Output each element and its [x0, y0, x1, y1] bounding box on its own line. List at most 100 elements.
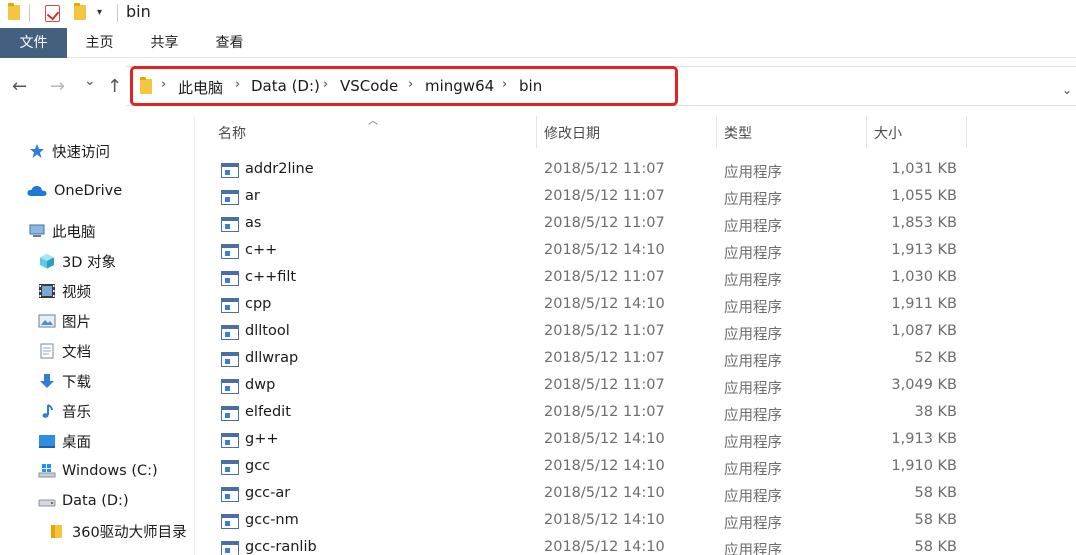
file-date: 2018/5/12 11:07: [544, 188, 665, 204]
file-row[interactable]: as 2018/5/12 11:07 应用程序 1,853 KB: [196, 211, 1076, 238]
tab-home[interactable]: 主页: [72, 28, 127, 58]
file-row[interactable]: c++ 2018/5/12 14:10 应用程序 1,913 KB: [196, 238, 1076, 265]
application-icon: [221, 325, 239, 340]
file-name: c++: [245, 242, 278, 258]
column-divider[interactable]: [536, 116, 537, 148]
file-date: 2018/5/12 11:07: [544, 161, 665, 177]
file-row[interactable]: gcc-ar 2018/5/12 14:10 应用程序 58 KB: [196, 481, 1076, 508]
breadcrumb-this-pc[interactable]: 此电脑: [178, 77, 223, 98]
new-folder-icon[interactable]: [74, 3, 86, 20]
toolbar-divider: [29, 4, 30, 22]
tab-share[interactable]: 共享: [137, 28, 192, 58]
properties-check-icon[interactable]: [45, 5, 60, 22]
file-size: 1,030 KB: [891, 269, 957, 285]
file-row[interactable]: addr2line 2018/5/12 11:07 应用程序 1,031 KB: [196, 157, 1076, 184]
file-date: 2018/5/12 11:07: [544, 404, 665, 420]
file-row[interactable]: c++filt 2018/5/12 11:07 应用程序 1,030 KB: [196, 265, 1076, 292]
column-header-name[interactable]: 名称: [218, 123, 246, 143]
sidebar-item-videos[interactable]: 视频: [38, 278, 91, 304]
file-name: c++filt: [245, 269, 297, 285]
tab-view[interactable]: 查看: [202, 28, 257, 58]
sidebar-item-quick-access[interactable]: 快速访问: [28, 138, 110, 164]
file-size: 1,913 KB: [891, 431, 957, 447]
sidebar-item-3d-objects[interactable]: 3D 对象: [38, 248, 116, 274]
address-breadcrumb-highlight[interactable]: › 此电脑 › Data (D:) › VSCode › mingw64 › b…: [130, 66, 678, 106]
sidebar-item-music[interactable]: 音乐: [38, 398, 91, 424]
breadcrumb-separator[interactable]: ›: [502, 77, 507, 92]
file-name: ar: [245, 188, 260, 204]
file-row[interactable]: dwp 2018/5/12 11:07 应用程序 3,049 KB: [196, 373, 1076, 400]
file-name: cpp: [245, 296, 272, 312]
sidebar-item-onedrive[interactable]: OneDrive: [26, 178, 122, 204]
file-type: 应用程序: [724, 165, 782, 181]
recent-locations-chevron-icon[interactable]: ⌄: [84, 73, 96, 89]
file-name: gcc-nm: [245, 512, 299, 528]
application-icon: [221, 298, 239, 313]
window-title: bin: [126, 2, 151, 21]
file-row[interactable]: dlltool 2018/5/12 11:07 应用程序 1,087 KB: [196, 319, 1076, 346]
drive-icon: [38, 493, 56, 509]
cloud-icon: [26, 183, 48, 199]
breadcrumb-separator[interactable]: ›: [323, 77, 328, 92]
file-size: 1,031 KB: [891, 161, 957, 177]
file-name: g++: [245, 431, 279, 447]
toolbar-divider: [117, 4, 118, 22]
breadcrumb-separator[interactable]: ›: [161, 77, 166, 92]
title-bar: ▾ bin: [0, 0, 1076, 28]
sidebar-item-label: 音乐: [62, 404, 91, 421]
file-row[interactable]: gcc-ranlib 2018/5/12 14:10 应用程序 58 KB: [196, 535, 1076, 555]
file-size: 52 KB: [914, 350, 957, 366]
file-size: 1,911 KB: [891, 296, 957, 312]
forward-arrow-icon[interactable]: →: [50, 76, 65, 97]
breadcrumb-separator[interactable]: ›: [408, 77, 413, 92]
file-size: 38 KB: [914, 404, 957, 420]
breadcrumb-separator[interactable]: ›: [235, 77, 240, 92]
file-date: 2018/5/12 14:10: [544, 296, 665, 312]
folder-icon[interactable]: [8, 3, 20, 20]
sidebar-item-this-pc[interactable]: 此电脑: [28, 218, 96, 244]
application-icon: [221, 541, 239, 555]
breadcrumb-data-drive[interactable]: Data (D:): [251, 77, 320, 95]
up-arrow-icon[interactable]: ↑: [107, 76, 122, 97]
file-row[interactable]: ar 2018/5/12 11:07 应用程序 1,055 KB: [196, 184, 1076, 211]
sidebar-item-downloads[interactable]: 下载: [38, 368, 91, 394]
file-row[interactable]: dllwrap 2018/5/12 11:07 应用程序 52 KB: [196, 346, 1076, 373]
customize-toolbar-dropdown-icon[interactable]: ▾: [97, 7, 102, 18]
file-row[interactable]: elfedit 2018/5/12 11:07 应用程序 38 KB: [196, 400, 1076, 427]
sidebar-item-windows-c[interactable]: Windows (C:): [38, 458, 158, 484]
sidebar-item-documents[interactable]: 文档: [38, 338, 91, 364]
back-arrow-icon[interactable]: ←: [12, 76, 27, 97]
column-header-size[interactable]: 大小: [874, 123, 902, 143]
breadcrumb-vscode[interactable]: VSCode: [340, 77, 398, 95]
sidebar-item-data-d[interactable]: Data (D:): [38, 488, 129, 514]
tab-file[interactable]: 文件: [0, 28, 67, 58]
picture-icon: [38, 313, 56, 329]
breadcrumb-bin[interactable]: bin: [519, 77, 542, 95]
file-row[interactable]: g++ 2018/5/12 14:10 应用程序 1,913 KB: [196, 427, 1076, 454]
column-divider[interactable]: [866, 116, 867, 148]
file-name: gcc: [245, 458, 271, 474]
column-header-type[interactable]: 类型: [724, 123, 752, 143]
sidebar-item-desktop[interactable]: 桌面: [38, 428, 91, 454]
file-size: 1,913 KB: [891, 242, 957, 258]
column-divider[interactable]: [716, 116, 717, 148]
sidebar-item-pictures[interactable]: 图片: [38, 308, 91, 334]
file-size: 1,910 KB: [891, 458, 957, 474]
breadcrumb-mingw64[interactable]: mingw64: [425, 77, 494, 95]
file-row[interactable]: cpp 2018/5/12 14:10 应用程序 1,911 KB: [196, 292, 1076, 319]
file-type: 应用程序: [724, 381, 782, 397]
application-icon: [221, 217, 239, 232]
address-dropdown-chevron-icon[interactable]: ⌄: [1062, 83, 1072, 97]
file-row[interactable]: gcc-nm 2018/5/12 14:10 应用程序 58 KB: [196, 508, 1076, 535]
file-size: 1,055 KB: [891, 188, 957, 204]
column-headers: ︿ 名称 修改日期 类型 大小: [196, 116, 1076, 148]
sidebar-item-label: 桌面: [62, 434, 91, 451]
column-header-date[interactable]: 修改日期: [544, 123, 600, 143]
column-divider[interactable]: [966, 116, 967, 148]
file-row[interactable]: gcc 2018/5/12 14:10 应用程序 1,910 KB: [196, 454, 1076, 481]
file-name: gcc-ar: [245, 485, 291, 501]
file-type: 应用程序: [724, 408, 782, 424]
sidebar-item-360-folder[interactable]: 360驱动大师目录: [48, 518, 187, 544]
file-name: gcc-ranlib: [245, 539, 317, 555]
file-type: 应用程序: [724, 462, 782, 478]
